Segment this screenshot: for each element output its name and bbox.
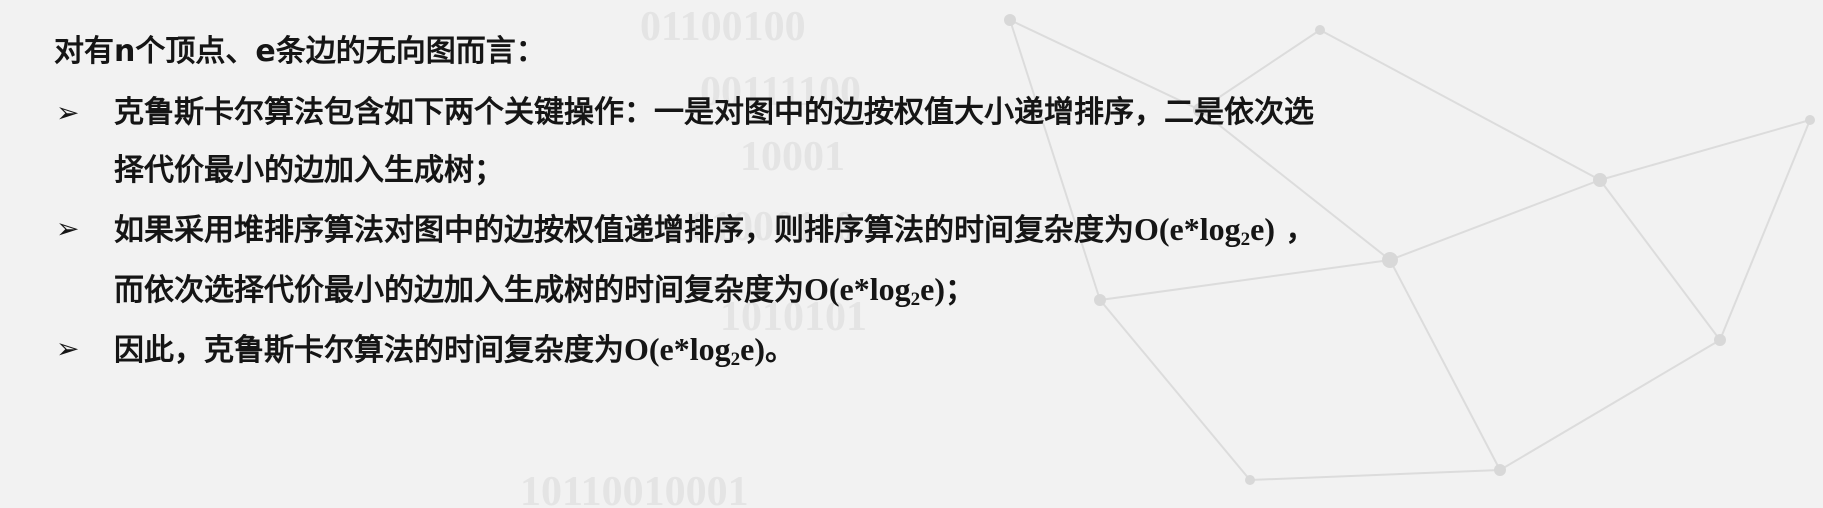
bullet-1-line-2: 择代价最小的边加入生成树；	[114, 153, 504, 188]
bullet-2-line-2-text: 而依次选择代价最小的边加入生成树的时间复杂度为	[114, 273, 804, 308]
bullet-2-line-1-text: 如果采用堆排序算法对图中的边按权值递增排序，则排序算法的时间复杂度为	[114, 213, 1134, 248]
bullet-3: ➢ 因此，克鲁斯卡尔算法的时间复杂度为O(e*log2e)。	[50, 320, 1800, 380]
bullet-2: ➢ 如果采用堆排序算法对图中的边按权值递增排序，则排序算法的时间复杂度为O(e*…	[50, 200, 1800, 320]
svg-text:10110010001: 10110010001	[520, 469, 749, 508]
complexity-formula: O(e*log2e)	[804, 271, 945, 310]
arrow-bullet-icon: ➢	[56, 96, 80, 129]
bullet-3-line-1-tail: 。	[765, 333, 795, 368]
arrow-bullet-icon: ➢	[56, 212, 80, 245]
bullet-2-line-2: 而依次选择代价最小的边加入生成树的时间复杂度为O(e*log2e)；	[114, 260, 1800, 320]
intro-text: 对有n个顶点、e条边的无向图而言：	[54, 34, 546, 69]
bullet-1: ➢ 克鲁斯卡尔算法包含如下两个关键操作：一是对图中的边按权值大小递增排序，二是依…	[50, 84, 1800, 200]
bullet-1-line-1: 克鲁斯卡尔算法包含如下两个关键操作：一是对图中的边按权值大小递增排序，二是依次选	[114, 95, 1314, 130]
arrow-bullet-icon: ➢	[56, 332, 80, 365]
bullet-2-line-2-tail: ；	[945, 273, 975, 308]
bullet-3-line-1-text: 因此，克鲁斯卡尔算法的时间复杂度为	[114, 333, 624, 368]
complexity-formula: O(e*log2e)	[624, 331, 765, 370]
bullet-3-line-1: 因此，克鲁斯卡尔算法的时间复杂度为O(e*log2e)。	[114, 320, 1800, 380]
complexity-formula: O(e*log2e)	[1134, 211, 1275, 250]
slide-content: 对有n个顶点、e条边的无向图而言： ➢ 克鲁斯卡尔算法包含如下两个关键操作：一是…	[50, 26, 1800, 380]
bullet-2-line-1-tail: ，	[1275, 213, 1316, 248]
bullet-2-line-1: 如果采用堆排序算法对图中的边按权值递增排序，则排序算法的时间复杂度为O(e*lo…	[114, 200, 1800, 260]
